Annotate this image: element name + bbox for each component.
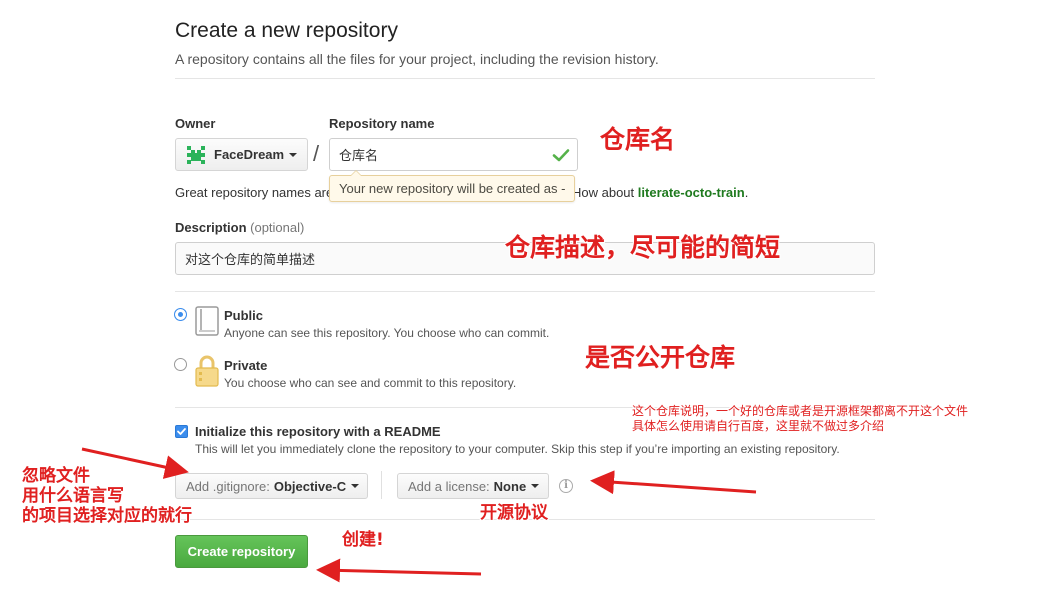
page-subtitle: A repository contains all the files for …: [175, 51, 659, 67]
annotation-repo-name: 仓库名: [600, 125, 676, 154]
repo-name-tooltip: Your new repository will be created as -: [329, 170, 576, 202]
gitignore-value: Objective-C: [273, 478, 347, 494]
annotation-gitignore-2: 用什么语言写: [22, 486, 124, 506]
owner-label: Owner: [175, 116, 216, 131]
suggested-name-link[interactable]: literate-octo-train: [638, 185, 745, 200]
optional-tag: (optional): [250, 220, 305, 235]
hint-how-about: How about: [572, 185, 635, 200]
page-title: Create a new repository: [175, 19, 398, 42]
select-separator: [381, 471, 382, 499]
gitignore-select[interactable]: Add .gitignore: Objective-C: [175, 473, 368, 499]
description-label-text: Description: [175, 220, 247, 235]
public-radio[interactable]: [174, 308, 187, 321]
hint-suffix: .: [744, 185, 749, 200]
gitignore-label: Add .gitignore:: [186, 478, 270, 494]
license-select[interactable]: Add a license: None: [397, 473, 549, 499]
chevron-down-icon: [531, 484, 540, 488]
private-desc: You choose who can see and commit to thi…: [224, 376, 517, 390]
owner-select[interactable]: FaceDream: [175, 138, 308, 171]
chevron-down-icon: [351, 484, 360, 488]
info-icon[interactable]: i: [559, 479, 573, 493]
chevron-down-icon: [289, 152, 298, 157]
annotation-readme-2: 具体怎么使用请自行百度，这里就不做过多介绍: [632, 419, 885, 433]
repo-book-icon: [195, 306, 219, 336]
arrow-to-create: [316, 558, 482, 583]
annotation-gitignore-1: 忽略文件: [22, 466, 90, 486]
lock-icon: [195, 355, 219, 387]
readme-title: Initialize this repository with a README: [195, 424, 441, 439]
license-value: None: [493, 478, 527, 494]
annotation-license: 开源协议: [480, 503, 548, 523]
repo-name-input[interactable]: [329, 138, 578, 171]
annotation-gitignore-3: 的项目选择对应的就行: [22, 506, 192, 526]
repo-name-hint: Great repository names are: [175, 185, 334, 200]
repo-name-label: Repository name: [329, 116, 435, 131]
arrow-to-gitignore: [81, 447, 189, 479]
readme-desc: This will let you immediately clone the …: [195, 442, 840, 456]
annotation-create: 创建!: [342, 530, 384, 550]
repo-name-suggestion: How about literate-octo-train.: [572, 185, 748, 200]
private-radio[interactable]: [174, 358, 187, 371]
create-repository-button[interactable]: Create repository: [175, 535, 308, 568]
checkmark-icon: [177, 428, 186, 435]
description-label: Description (optional): [175, 220, 304, 235]
annotation-visibility: 是否公开仓库: [585, 343, 736, 372]
private-title: Private: [224, 358, 268, 373]
annotation-description: 仓库描述，尽可能的简短: [505, 233, 781, 262]
divider-top: [175, 78, 875, 79]
annotation-readme-1: 这个仓库说明，一个好的仓库或者是开源框架都离不开这个文件: [632, 404, 969, 418]
public-title: Public: [224, 308, 264, 323]
arrow-to-license: [590, 470, 757, 495]
readme-checkbox[interactable]: [175, 425, 188, 438]
identicon-avatar: [187, 145, 205, 164]
owner-name: FaceDream: [214, 147, 285, 162]
divider-description: [175, 291, 875, 292]
license-label: Add a license:: [408, 478, 490, 494]
public-desc: Anyone can see this repository. You choo…: [224, 326, 550, 340]
owner-repo-separator: /: [313, 141, 320, 166]
check-icon: [552, 149, 570, 162]
